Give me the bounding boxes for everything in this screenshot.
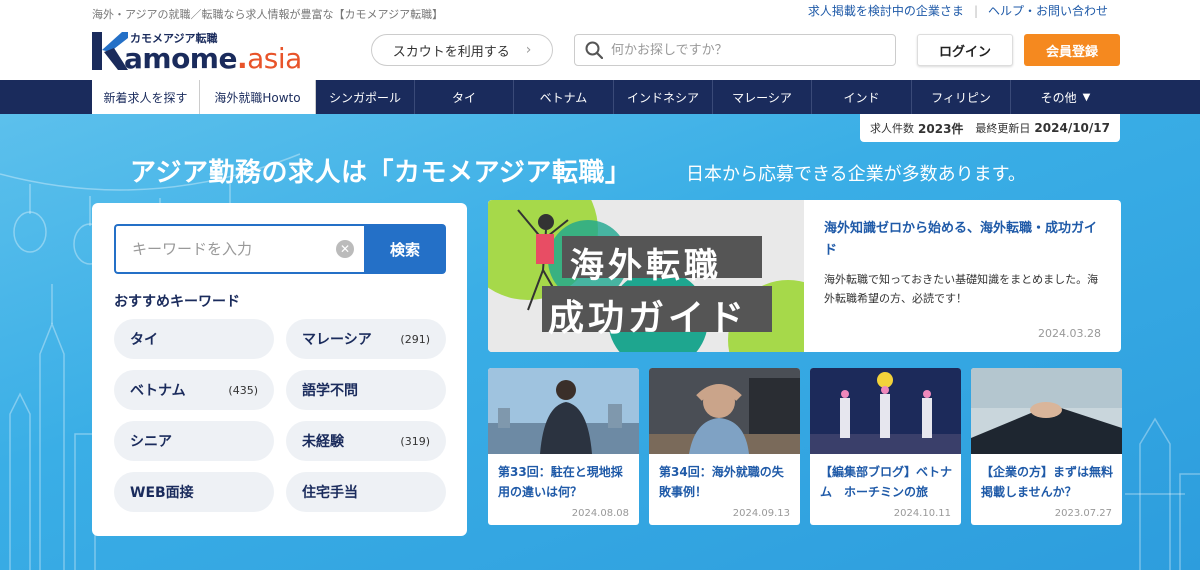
chevron-down-icon: ▼ xyxy=(1082,91,1091,103)
logo-wordmark-dot: . xyxy=(236,42,248,75)
nav-howto[interactable]: 海外就職Howto xyxy=(200,80,316,114)
article-image-vietnam-stage xyxy=(810,368,961,454)
article-title: 【編集部ブログ】ベトナム ホーチミンの旅 xyxy=(820,465,953,499)
stats-updated-value: 2024/10/17 xyxy=(1034,121,1110,135)
job-stats: 求人件数 2023件 最終更新日 2024/10/17 xyxy=(860,114,1120,142)
chevron-right-icon: › xyxy=(525,42,532,58)
nav-thailand[interactable]: タイ xyxy=(415,80,514,114)
stats-count-value: 2023件 xyxy=(918,121,964,136)
keyword-chip-web-interview[interactable]: WEB面接 xyxy=(114,472,274,512)
nav-malaysia[interactable]: マレーシア xyxy=(713,80,812,114)
link-help-contact[interactable]: ヘルプ・お問い合わせ xyxy=(988,2,1108,19)
login-button[interactable]: ログイン xyxy=(917,34,1013,66)
nav-vietnam[interactable]: ベトナム xyxy=(514,80,614,114)
keyword-chip-senior[interactable]: シニア xyxy=(114,421,274,461)
header-search[interactable] xyxy=(574,34,896,66)
hero-title: アジア勤務の求人は「カモメアジア転職」 xyxy=(130,158,632,188)
keyword-chip-no-language[interactable]: 語学不問 xyxy=(286,370,446,410)
keyword-chip-inexperienced[interactable]: 未経験 (319) xyxy=(286,421,446,461)
article-title: 【企業の方】まずは無料掲載しませんか？ xyxy=(981,465,1114,499)
top-links: 求人掲載を検討中の企業さま | ヘルプ・お問い合わせ xyxy=(808,2,1108,19)
keyword-box[interactable]: ✕ xyxy=(114,224,364,274)
article-date: 2024.10.11 xyxy=(893,508,951,519)
hero-subtitle: 日本から応募できる企業が多数あります。 xyxy=(686,164,1026,185)
site-logo[interactable]: カモメアジア転職 amome.asia xyxy=(92,30,352,75)
chip-label: 住宅手当 xyxy=(302,485,358,501)
keyword-chip-vietnam[interactable]: ベトナム (435) xyxy=(114,370,274,410)
chip-label: WEB面接 xyxy=(130,485,194,501)
chip-label: シニア xyxy=(130,434,172,450)
keyword-chips: タイ マレーシア (291) ベトナム (435) 語学不問 シニア 未経験 (319… xyxy=(114,319,447,512)
article-image-stressed-man xyxy=(649,368,800,454)
header-search-input[interactable] xyxy=(611,42,881,58)
chip-label: ベトナム xyxy=(130,383,186,399)
nav-others-label: その他 xyxy=(1040,90,1077,105)
chip-count: (291) xyxy=(400,332,430,346)
article-image-handshake xyxy=(971,368,1122,454)
feature-article-card[interactable]: 海外転職 成功ガイド 海外知識ゼロから始める、海外転職・成功ガイド 海外転職で知… xyxy=(488,200,1121,352)
article-date: 2023.07.27 xyxy=(1054,508,1112,519)
nav-singapore[interactable]: シンガポール xyxy=(316,80,415,114)
logo-wordmark: amome.asia xyxy=(124,42,302,75)
hero-section: 求人件数 2023件 最終更新日 2024/10/17 アジア勤務の求人は「カモ… xyxy=(0,114,1200,570)
site-header: 海外・アジアの就職／転職なら求人情報が豊富な【カモメアジア転職】 求人掲載を検討… xyxy=(0,0,1200,80)
main-nav: 新着求人を探す 海外就職Howto シンガポール タイ ベトナム インドネシア … xyxy=(0,80,1200,114)
search-icon xyxy=(585,41,603,59)
logo-k-icon xyxy=(92,32,128,70)
nav-indonesia[interactable]: インドネシア xyxy=(614,80,713,114)
logo-wordmark-b: asia xyxy=(247,42,302,75)
feature-image-heading-1: 海外転職 xyxy=(570,246,722,286)
article-title: 第33回：駐在と現地採用の違いは何？ xyxy=(498,465,623,499)
article-title: 第34回：海外就職の失敗事例！ xyxy=(659,465,784,499)
chip-label: タイ xyxy=(130,332,158,348)
stats-count-label: 求人件数 xyxy=(870,122,915,135)
article-date: 2024.09.13 xyxy=(732,508,790,519)
nav-new-jobs[interactable]: 新着求人を探す xyxy=(92,80,200,114)
chip-label: マレーシア xyxy=(302,332,372,348)
chip-count: (319) xyxy=(400,434,430,448)
keyword-search-panel: ✕ 検索 おすすめキーワード タイ マレーシア (291) ベトナム (435) 語… xyxy=(92,203,467,536)
keyword-search-button[interactable]: 検索 xyxy=(364,224,446,274)
article-card[interactable]: 第33回：駐在と現地採用の違いは何？ 2024.08.08 xyxy=(488,368,639,525)
logo-wordmark-a: amome xyxy=(124,42,237,75)
register-button[interactable]: 会員登録 xyxy=(1024,34,1120,66)
keyword-chip-thailand[interactable]: タイ xyxy=(114,319,274,359)
link-separator: | xyxy=(973,3,978,18)
keyword-input[interactable] xyxy=(132,240,322,258)
clear-icon[interactable]: ✕ xyxy=(336,240,354,258)
stats-updated-label: 最終更新日 xyxy=(975,122,1031,135)
chip-label: 語学不問 xyxy=(302,383,358,399)
article-card[interactable]: 【編集部ブログ】ベトナム ホーチミンの旅 2024.10.11 xyxy=(810,368,961,525)
main-nav-items: 新着求人を探す 海外就職Howto シンガポール タイ ベトナム インドネシア … xyxy=(92,80,1120,114)
keyword-chip-malaysia[interactable]: マレーシア (291) xyxy=(286,319,446,359)
feature-article-text: 海外知識ゼロから始める、海外転職・成功ガイド 海外転職で知っておきたい基礎知識を… xyxy=(824,218,1104,308)
nav-others[interactable]: その他 ▼ xyxy=(1011,80,1120,114)
article-card[interactable]: 第34回：海外就職の失敗事例！ 2024.09.13 xyxy=(649,368,800,525)
recommended-keywords-title: おすすめキーワード xyxy=(114,294,240,310)
chip-label: 未経験 xyxy=(302,434,344,450)
tagline: 海外・アジアの就職／転職なら求人情報が豊富な【カモメアジア転職】 xyxy=(92,8,444,21)
feature-image-heading-2: 成功ガイド xyxy=(548,298,749,339)
keyword-chip-housing[interactable]: 住宅手当 xyxy=(286,472,446,512)
feature-article-image: 海外転職 成功ガイド xyxy=(488,200,804,352)
scout-button[interactable]: スカウトを利用する › xyxy=(371,34,553,66)
chip-count: (435) xyxy=(228,383,258,397)
scout-button-label: スカウトを利用する xyxy=(392,44,510,60)
nav-india[interactable]: インド xyxy=(812,80,912,114)
feature-article-date: 2024.03.28 xyxy=(1038,327,1101,340)
feature-article-desc: 海外転職で知っておきたい基礎知識をまとめました。海外転職希望の方、必読です！ xyxy=(824,273,1099,305)
link-for-employers[interactable]: 求人掲載を検討中の企業さま xyxy=(808,2,964,19)
feature-article-title[interactable]: 海外知識ゼロから始める、海外転職・成功ガイド xyxy=(824,218,1104,262)
nav-philippines[interactable]: フィリピン xyxy=(912,80,1011,114)
article-image-businessman xyxy=(488,368,639,454)
article-card[interactable]: 【企業の方】まずは無料掲載しませんか？ 2023.07.27 xyxy=(971,368,1122,525)
article-date: 2024.08.08 xyxy=(571,508,629,519)
